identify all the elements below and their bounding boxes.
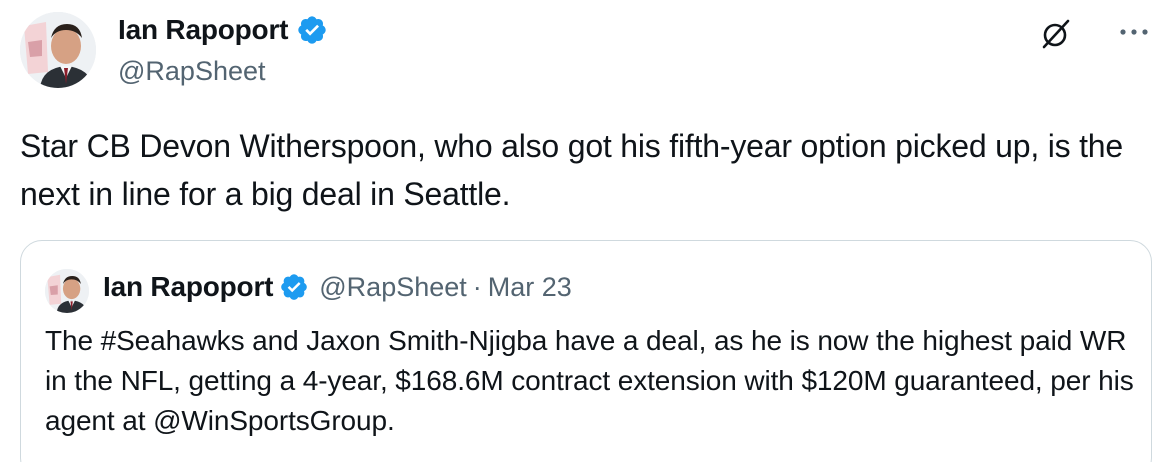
quoted-tweet-text: The #Seahawks and Jaxon Smith-Njigba hav… [45,325,1134,436]
tweet-text: Star CB Devon Witherspoon, who also got … [20,128,1123,212]
author-handle[interactable]: @RapSheet [118,56,266,87]
author-name[interactable]: Ian Rapoport [118,14,288,46]
quoted-author-name[interactable]: Ian Rapoport [103,271,273,303]
profile-photo-icon [45,269,89,313]
grok-button[interactable] [1036,14,1076,54]
more-options-icon [1120,29,1148,35]
grok-icon [1042,19,1070,49]
verified-badge-icon [279,272,309,302]
avatar[interactable] [45,269,89,313]
quoted-tweet-date[interactable]: Mar 23 [488,272,572,303]
quoted-author-handle[interactable]: @RapSheet [319,272,467,303]
separator-dot: · [472,271,482,302]
quoted-tweet[interactable]: Ian Rapoport @RapSheet · Mar 23 The #Sea… [20,240,1152,462]
more-options-button[interactable] [1112,14,1156,50]
avatar[interactable] [20,12,96,88]
profile-photo-icon [20,12,96,88]
verified-badge-icon [296,14,328,46]
